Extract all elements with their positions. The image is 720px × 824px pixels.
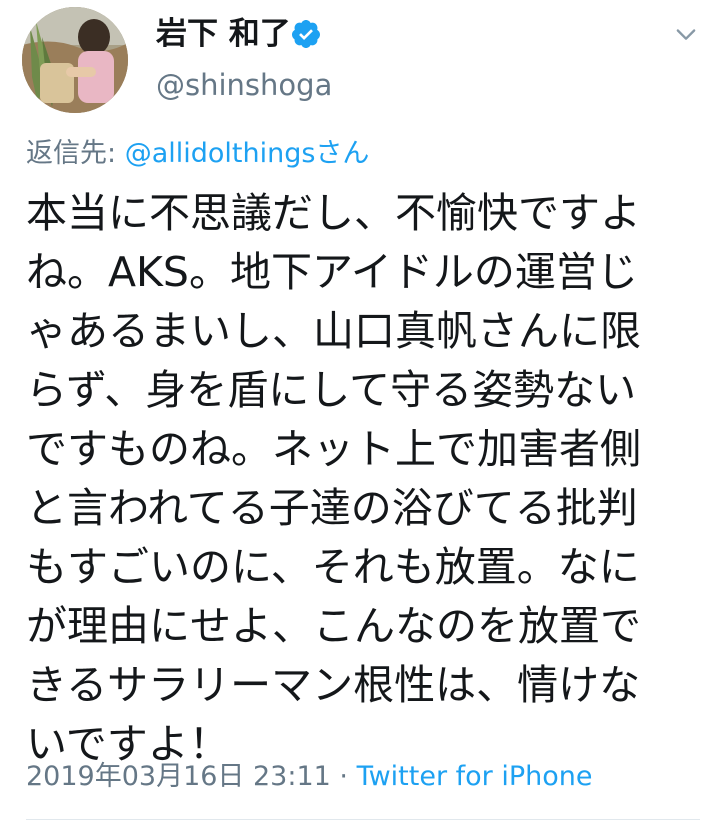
tweet-text-line: 本当に不思議だし、不愉快ですよ bbox=[26, 189, 641, 237]
tweet-text: 本当に不思議だし、不愉快ですよ ね。AKS。地下アイドルの運営じ ゃあるまいし、… bbox=[26, 184, 696, 774]
tweet-text-line: と言われてる子達の浴びてる批判 bbox=[26, 484, 638, 532]
tweet-text-line: きるサラリーマン根性は、情けな bbox=[26, 661, 641, 709]
tweet-text-line: が理由にせよ、こんなのを放置で bbox=[26, 602, 641, 650]
source-link[interactable]: Twitter for iPhone bbox=[357, 761, 593, 792]
display-name[interactable]: 岩下 和了 bbox=[156, 14, 291, 54]
verified-badge-icon bbox=[291, 20, 320, 48]
reply-context: 返信先: @allidolthingsさん bbox=[26, 136, 369, 172]
tweet-text-line: らず、身を盾にして守る姿勢ない bbox=[26, 366, 637, 414]
tweet-text-line: ゃあるまいし、山口真帆さんに限 bbox=[26, 307, 641, 355]
meta-separator: · bbox=[330, 761, 357, 792]
reply-prefix: 返信先: bbox=[26, 138, 125, 169]
timestamp[interactable]: 2019年03月16日 23:11 bbox=[26, 761, 331, 792]
avatar-photo bbox=[22, 7, 128, 113]
tweet-text-line: もすごいのに、それも放置。なに bbox=[26, 543, 640, 591]
tweet: 岩下 和了 @shinshoga 返信先: @allidolthingsさん 本… bbox=[0, 0, 720, 824]
chevron-down-icon[interactable] bbox=[672, 20, 700, 48]
tweet-meta: 2019年03月16日 23:11 · Twitter for iPhone bbox=[26, 759, 593, 795]
tweet-text-line: ですものね。ネット上で加害者側 bbox=[26, 425, 641, 473]
divider bbox=[26, 819, 700, 820]
reply-mention-link[interactable]: @allidolthingsさん bbox=[125, 138, 370, 169]
user-handle[interactable]: @shinshoga bbox=[156, 66, 332, 104]
tweet-text-line: ね。AKS。地下アイドルの運営じ bbox=[26, 248, 638, 296]
avatar[interactable] bbox=[22, 7, 128, 113]
